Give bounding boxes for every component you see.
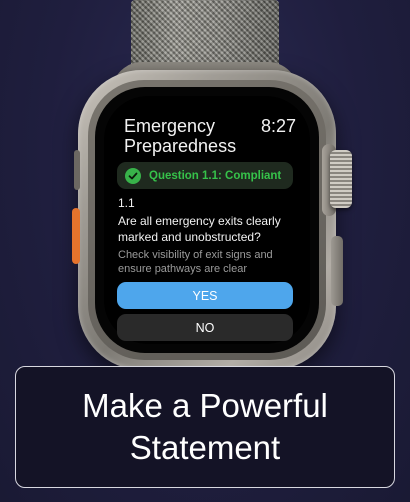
caption-box: Make a Powerful Statement bbox=[15, 366, 395, 488]
digital-crown[interactable] bbox=[330, 150, 352, 208]
check-circle-icon bbox=[125, 167, 141, 184]
no-button[interactable]: NO bbox=[117, 314, 293, 341]
question-hint: Check visibility of exit signs and ensur… bbox=[118, 249, 273, 275]
promo-stage: Emergency Preparedness 8:27 Question 1.1… bbox=[0, 0, 410, 502]
action-button[interactable] bbox=[72, 208, 80, 264]
speaker-grille bbox=[74, 150, 80, 190]
clock-time: 8:27 bbox=[260, 116, 296, 136]
app-title: Emergency Preparedness bbox=[124, 116, 237, 156]
question-number: 1.1 bbox=[118, 196, 135, 210]
status-badge-label: Question 1.1: Compliant bbox=[149, 169, 282, 182]
caption-line-2: Statement bbox=[129, 429, 281, 466]
status-badge: Question 1.1: Compliant bbox=[117, 162, 293, 189]
yes-button[interactable]: YES bbox=[117, 282, 293, 309]
caption-line-1: Make a Powerful bbox=[82, 387, 328, 424]
question-text: Are all emergency exits clearly marked a… bbox=[118, 214, 281, 244]
side-button[interactable] bbox=[331, 236, 343, 306]
